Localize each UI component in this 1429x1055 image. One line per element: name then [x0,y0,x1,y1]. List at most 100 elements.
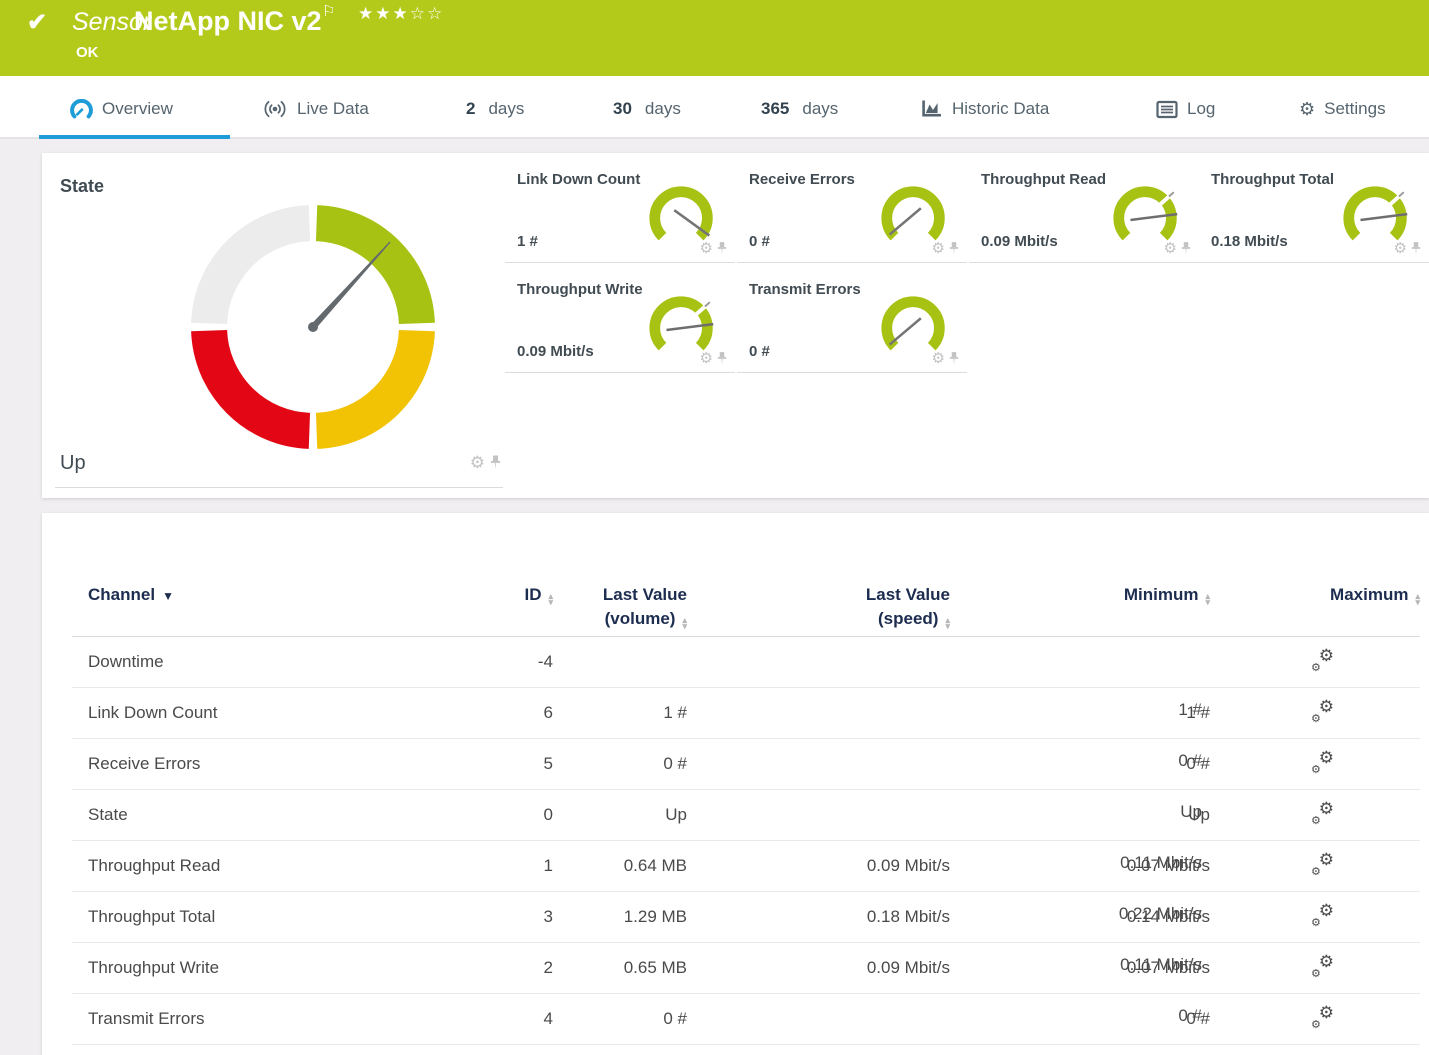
live-signal-icon [262,99,288,119]
table-row-throughput-read: Throughput Read 1 0.64 MB 0.09 Mbit/s 0.… [72,841,1420,892]
channel-last-speed: 0.09 Mbit/s [687,958,950,978]
stars-filled-icon[interactable]: ★★★ [358,4,410,23]
sensor-page: ✔ Sensor NetApp NIC v2 ⚐ ★★★☆☆ OK Overvi… [0,0,1429,1055]
mini-gauge-title: Link Down Count [517,171,640,188]
channel-settings-gears-icon[interactable]: ⚙⚙ [1310,904,1334,926]
tab-30-days[interactable]: 30 days [613,96,681,122]
channel-settings-gears-icon[interactable]: ⚙⚙ [1310,751,1334,773]
mini-gauge-title: Throughput Write [517,281,643,298]
pin-icon[interactable] [490,455,501,470]
tab-365-days[interactable]: 365days [761,96,838,122]
tab-settings[interactable]: ⚙ Settings [1299,96,1386,122]
channels-table-header: Channel▼ ID▴▾ Last Value(volume)▴▾ Last … [72,573,1420,637]
channel-maximum: 0.11 Mbit/s [1000,853,1202,873]
mini-gauge-value: 0.09 Mbit/s [981,233,1058,250]
column-header-channel[interactable]: Channel▼ [72,583,415,608]
channel-name[interactable]: Throughput Total [72,907,415,927]
channel-name[interactable]: Downtime [72,652,415,672]
channel-maximum: Up [1000,802,1202,822]
column-header-last-value-speed[interactable]: Last Value(speed)▴▾ [687,583,950,631]
gauge-settings-gear-icon[interactable]: ⚙ [700,351,713,366]
channel-settings-gears-icon[interactable]: ⚙⚙ [1310,802,1334,824]
channel-name[interactable]: State [72,805,415,825]
channel-id: 4 [415,1009,553,1029]
tab-2-days[interactable]: 2days [466,96,524,122]
pin-icon[interactable] [949,242,959,255]
channels-panel: Channel▼ ID▴▾ Last Value(volume)▴▾ Last … [42,513,1429,1055]
active-tab-underline [39,135,230,139]
channel-settings-gears-icon[interactable]: ⚙⚙ [1310,700,1334,722]
table-row-link-down-count: Link Down Count 6 1 # 1 # 1 # 1 #⚙⚙ [72,688,1420,739]
channel-last-volume: Up [553,805,687,825]
channel-id: 2 [415,958,553,978]
pin-icon[interactable] [1411,242,1421,255]
tab-live-data[interactable]: Live Data [262,96,369,122]
tab-2-days-label: days [488,99,524,119]
channel-last-volume: 1.29 MB [553,907,687,927]
channel-settings-gears-icon[interactable]: ⚙⚙ [1310,1006,1334,1028]
pin-icon[interactable] [717,352,727,365]
column-header-id[interactable]: ID▴▾ [415,583,553,607]
channel-name[interactable]: Receive Errors [72,754,415,774]
sort-icon: ▴▾ [945,618,950,629]
mini-gauge-transmit-errors: Transmit Errors 0 # ⚙ [737,275,967,373]
tab-30-days-label: days [645,99,681,119]
mini-gauge-throughput-total: Throughput Total 0.18 Mbit/s ⚙ [1199,165,1429,263]
tab-bar: Overview Live Data 2days 30days 365days … [0,76,1429,139]
channel-last-volume: 1 # [553,703,687,723]
mini-gauge-title: Throughput Total [1211,171,1334,188]
channel-maximum: 0 # [1000,751,1202,771]
tab-overview[interactable]: Overview [70,96,173,122]
tab-settings-label: Settings [1324,99,1385,119]
priority-stars[interactable]: ★★★☆☆ [358,4,444,24]
channel-maximum: 0.11 Mbit/s [1000,955,1202,975]
state-gauge-needle [308,242,391,332]
channel-settings-gears-icon[interactable]: ⚙⚙ [1310,853,1334,875]
channel-last-speed: 0.09 Mbit/s [687,856,950,876]
channels-table: Channel▼ ID▴▾ Last Value(volume)▴▾ Last … [72,573,1420,1045]
mini-gauge-value: 0 # [749,233,770,250]
state-gauge [188,202,438,452]
sensor-title: NetApp NIC v2 [134,6,322,37]
state-gauge-value: Up [60,452,86,475]
channel-name[interactable]: Throughput Write [72,958,415,978]
tab-historic-data[interactable]: Historic Data [921,96,1049,122]
mini-gauge-link-down-count: Link Down Count 1 # ⚙ [505,165,735,263]
mini-gauge-value: 1 # [517,233,538,250]
tab-log[interactable]: Log [1156,96,1215,122]
channel-last-speed: 0.18 Mbit/s [687,907,950,927]
stars-empty-icon[interactable]: ☆☆ [410,4,444,23]
channel-name[interactable]: Throughput Read [72,856,415,876]
gauges-panel: State Up ⚙ Link Down Count [42,153,1429,498]
sensor-header: ✔ Sensor NetApp NIC v2 ⚐ ★★★☆☆ OK [0,0,1429,76]
flag-icon[interactable]: ⚐ [322,2,335,20]
column-header-last-value-volume[interactable]: Last Value(volume)▴▾ [553,583,687,631]
gauge-settings-gear-icon[interactable]: ⚙ [470,454,485,471]
pin-icon[interactable] [949,352,959,365]
gauge-settings-gear-icon[interactable]: ⚙ [932,351,945,366]
gauge-settings-gear-icon[interactable]: ⚙ [1394,241,1407,256]
channel-name[interactable]: Transmit Errors [72,1009,415,1029]
tab-30-days-number: 30 [613,99,632,119]
channel-name[interactable]: Link Down Count [72,703,415,723]
channel-maximum: 0.22 Mbit/s [1000,904,1202,924]
mini-gauge-title: Throughput Read [981,171,1106,188]
column-header-maximum[interactable]: Maximum▴▾ [1210,583,1420,607]
mini-gauge-title: Receive Errors [749,171,855,188]
channel-settings-gears-icon[interactable]: ⚙⚙ [1310,649,1334,671]
channel-maximum: 0 # [1000,1006,1202,1026]
tab-365-days-label: days [802,99,838,119]
channel-last-volume: 0 # [553,1009,687,1029]
pin-icon[interactable] [717,242,727,255]
gauge-settings-gear-icon[interactable]: ⚙ [1164,241,1177,256]
channel-last-volume: 0.64 MB [553,856,687,876]
channel-id: 5 [415,754,553,774]
table-row-state: State 0 Up Up Up⚙⚙ [72,790,1420,841]
column-header-minimum[interactable]: Minimum▴▾ [950,583,1210,607]
gauge-settings-gear-icon[interactable]: ⚙ [700,241,713,256]
state-gauge-cell: State Up ⚙ [55,165,503,488]
channel-id: -4 [415,652,553,672]
gauge-settings-gear-icon[interactable]: ⚙ [932,241,945,256]
channel-settings-gears-icon[interactable]: ⚙⚙ [1310,955,1334,977]
pin-icon[interactable] [1181,242,1191,255]
